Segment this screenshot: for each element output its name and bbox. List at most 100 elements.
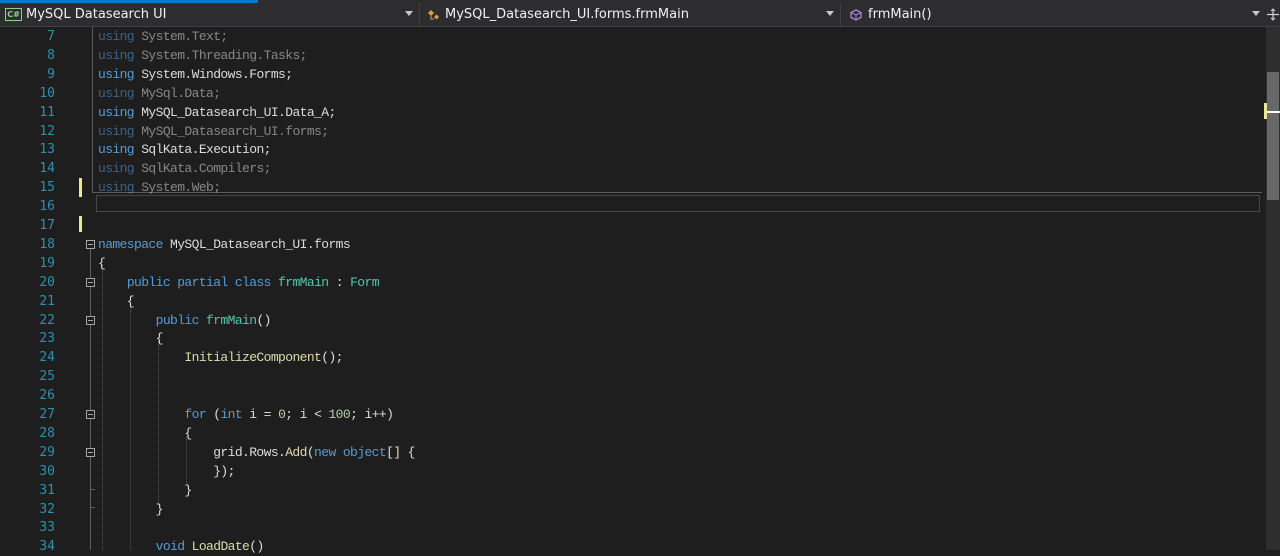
code-line[interactable]: 23 { (0, 329, 1266, 348)
code-line[interactable]: 14 using SqlKata.Compilers; (0, 159, 1266, 178)
code-token: void (155, 539, 192, 555)
code-token: () (249, 539, 264, 555)
code-token: using (98, 85, 142, 101)
chevron-down-icon (1252, 11, 1260, 16)
project-dropdown[interactable]: C# MySQL Datasearch UI (0, 3, 420, 26)
code-text: public frmMain() (98, 311, 272, 330)
code-line[interactable]: 7 using System.Text; (0, 27, 1266, 46)
code-text: for (int i = 0; i < 100; i++) (98, 405, 393, 424)
code-line[interactable]: 10 using MySql.Data; (0, 84, 1266, 103)
member-label: frmMain() (868, 7, 932, 22)
code-token: using (98, 104, 142, 120)
code-text: }); (98, 462, 235, 481)
code-line[interactable]: 22 public frmMain() (0, 311, 1266, 330)
code-editor[interactable]: 7 using System.Text; 8 using System.Threadi… (0, 27, 1266, 554)
collapse-icon[interactable] (86, 239, 95, 249)
code-line[interactable]: 32 } (0, 500, 1266, 519)
line-number: 34 (39, 539, 55, 555)
code-token: using (98, 123, 142, 139)
code-line[interactable]: 18 namespace MySQL_Datasearch_UI.forms (0, 235, 1266, 254)
code-line[interactable]: 15 using System.Web; (0, 178, 1266, 197)
line-number: 24 (39, 350, 55, 366)
code-line[interactable]: 29 grid.Rows.Add(new object[] { (0, 443, 1266, 462)
line-number: 16 (39, 199, 55, 215)
collapse-icon[interactable] (86, 315, 95, 325)
code-token: { (98, 255, 106, 271)
code-line[interactable]: 28 { (0, 424, 1266, 443)
code-token: for (184, 407, 214, 422)
method-icon (850, 8, 862, 21)
code-text: using MySQL_Datasearch_UI.Data_A; (98, 103, 336, 122)
code-line[interactable]: 8 using System.Threading.Tasks; (0, 46, 1266, 65)
code-line[interactable]: 24 InitializeComponent(); (0, 348, 1266, 367)
class-icon (428, 9, 439, 19)
code-line[interactable]: 21 { (0, 292, 1266, 311)
code-token: grid.Rows. (98, 444, 286, 460)
code-text: using SqlKata.Execution; (98, 140, 271, 159)
code-token: namespace (98, 236, 171, 252)
code-text: using System.Text; (98, 27, 228, 46)
code-line[interactable]: 30 }); (0, 462, 1266, 481)
line-number: 28 (39, 425, 55, 441)
collapse-icon[interactable] (86, 447, 95, 457)
code-line[interactable]: 13 using SqlKata.Execution; (0, 140, 1266, 159)
line-number: 12 (39, 123, 55, 139)
code-token: MySQL_Datasearch_UI.forms (170, 236, 351, 252)
collapse-icon[interactable] (86, 277, 95, 287)
line-number: 23 (39, 331, 55, 347)
code-token: class (234, 274, 279, 290)
code-text: using SqlKata.Compilers; (98, 159, 271, 178)
code-line[interactable]: 26 (0, 386, 1266, 405)
code-token: using (98, 66, 142, 82)
line-number: 18 (39, 236, 55, 252)
line-number: 31 (39, 482, 55, 498)
code-line[interactable]: 33 (0, 518, 1266, 537)
code-token: using (98, 142, 142, 158)
collapse-icon[interactable] (86, 410, 95, 419)
code-token: { (98, 293, 135, 309)
code-line[interactable]: 19 { (0, 254, 1266, 273)
code-text: void LoadDate() (98, 537, 265, 556)
code-line[interactable]: 31 } (0, 481, 1266, 500)
code-token: }); (98, 463, 235, 479)
line-number: 30 (39, 463, 55, 479)
code-line[interactable]: 34 void LoadDate() (0, 537, 1266, 556)
code-token: { (98, 331, 164, 347)
code-token: SqlKata.Execution; (141, 142, 271, 158)
type-scope-dropdown[interactable]: MySQL_Datasearch_UI.forms.frmMain (421, 3, 841, 26)
line-number: 20 (39, 274, 55, 290)
code-text: using System.Threading.Tasks; (98, 46, 307, 65)
line-number: 10 (39, 85, 55, 101)
line-number: 33 (39, 520, 55, 536)
code-line[interactable]: 17 (0, 216, 1266, 235)
scrollbar-thumb[interactable] (1267, 72, 1279, 200)
line-number: 22 (39, 312, 55, 328)
code-token: using (98, 47, 142, 63)
code-token: using (98, 180, 142, 196)
code-token: 100 (328, 407, 351, 422)
code-line[interactable]: 11 using MySQL_Datasearch_UI.Data_A; (0, 103, 1266, 122)
code-line[interactable]: 9 using System.Windows.Forms; (0, 65, 1266, 84)
line-number: 21 (39, 293, 55, 309)
code-token: { (98, 425, 192, 441)
project-label: MySQL Datasearch UI (26, 7, 167, 22)
line-number: 29 (39, 444, 55, 460)
code-token: : (328, 274, 351, 290)
code-line[interactable]: 27 for (int i = 0; i < 100; i++) (0, 405, 1266, 424)
code-token: () (256, 312, 271, 328)
code-line[interactable]: 16 (0, 197, 1266, 216)
code-line[interactable]: 12 using MySQL_Datasearch_UI.forms; (0, 122, 1266, 141)
code-line[interactable]: 20 public partial class frmMain : Form (0, 273, 1266, 292)
line-number: 27 (39, 407, 55, 422)
code-line[interactable]: 25 (0, 367, 1266, 386)
member-dropdown[interactable]: frmMain() (842, 3, 1266, 26)
split-window-icon[interactable] (1266, 3, 1280, 26)
code-token: using (98, 161, 142, 177)
code-token: using (98, 29, 142, 44)
code-token: Form (350, 274, 379, 290)
